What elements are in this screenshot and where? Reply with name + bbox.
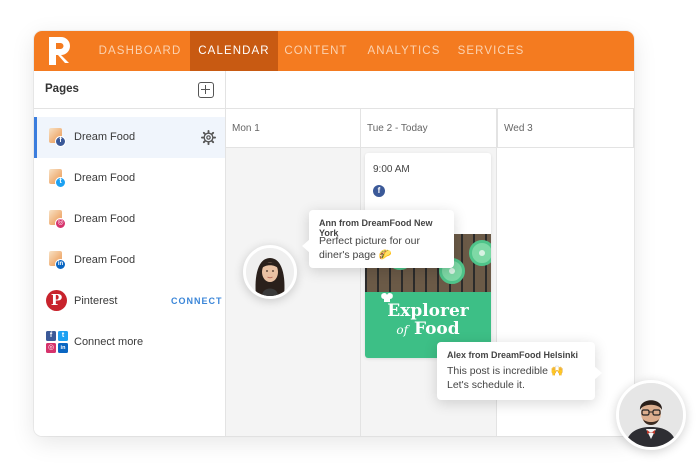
comment-text: Perfect picture for our diner's page 🌮 [319, 235, 420, 261]
page-avatar: ◎ [49, 210, 69, 230]
connect-more-item[interactable]: f t ◎ in Connect more [34, 322, 225, 363]
page-item-linkedin[interactable]: in Dream Food [34, 240, 225, 281]
twitter-icon: t [55, 177, 66, 188]
instagram-icon: ◎ [55, 218, 66, 229]
sidebar-header: Pages [34, 71, 225, 109]
post-headline: Explorer of Food [387, 301, 469, 339]
tab-dashboard[interactable]: DASHBOARD [97, 31, 183, 71]
top-navigation: DASHBOARD CALENDAR CONTENT ANALYTICS SER… [34, 31, 634, 71]
pinterest-label: Pinterest [74, 295, 118, 307]
day-header: Wed 3 [497, 109, 634, 148]
tab-content[interactable]: CONTENT [283, 31, 349, 71]
cupcake [469, 240, 491, 266]
gear-icon[interactable] [201, 130, 216, 145]
facebook-icon: f [55, 136, 66, 147]
facebook-icon: f [373, 185, 385, 197]
comment-author: Alex from DreamFood Helsinki [447, 350, 579, 360]
page-item-instagram[interactable]: ◎ Dream Food [34, 199, 225, 240]
day-header: Mon 1 [226, 109, 360, 148]
pages-sidebar: Pages f Dream Food t Dream Food ◎ Dream … [34, 71, 226, 436]
comment-bubble-ann: Ann from DreamFood New York Perfect pict… [302, 210, 454, 268]
day-header-today: Tue 2 - Today [361, 109, 496, 148]
connect-pinterest-button[interactable]: CONNECT [171, 296, 223, 306]
page-item-pinterest: P Pinterest CONNECT [34, 281, 225, 322]
post-time: 9:00 AM [373, 164, 410, 175]
page-item-twitter[interactable]: t Dream Food [34, 158, 225, 199]
page-item-label: Dream Food [74, 213, 136, 225]
page-avatar: f [49, 128, 69, 148]
page-item-label: Dream Food [74, 131, 136, 143]
tab-calendar[interactable]: CALENDAR [190, 31, 278, 71]
social-networks-icon: f t ◎ in [46, 331, 68, 353]
app-logo[interactable] [45, 35, 75, 67]
calendar-toolbar [226, 71, 634, 109]
avatar-ann [243, 245, 297, 299]
page-avatar: t [49, 169, 69, 189]
comment-bubble-alex: Alex from DreamFood Helsinki This post i… [437, 342, 602, 400]
pinterest-icon: P [46, 290, 67, 311]
page-item-label: Dream Food [74, 172, 136, 184]
add-page-button[interactable] [198, 82, 214, 98]
avatar-alex [616, 380, 686, 450]
linkedin-icon: in [55, 259, 66, 270]
page-avatar: in [49, 251, 69, 271]
page-item-facebook[interactable]: f Dream Food [34, 117, 225, 158]
sidebar-title: Pages [45, 83, 79, 95]
page-item-label: Dream Food [74, 254, 136, 266]
tab-analytics[interactable]: ANALYTICS [365, 31, 443, 71]
comment-text: This post is incredible 🙌 Let's schedule… [447, 365, 564, 391]
tab-services[interactable]: SERVICES [456, 31, 526, 71]
connect-more-label: Connect more [74, 336, 144, 348]
